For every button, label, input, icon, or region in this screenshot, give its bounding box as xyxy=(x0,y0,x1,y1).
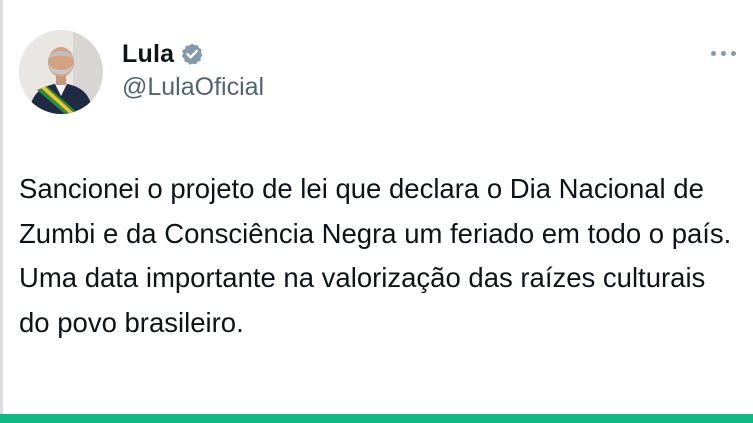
author-block: Lula @LulaOficial xyxy=(122,38,264,102)
more-options-button[interactable] xyxy=(706,44,740,62)
verified-badge-icon xyxy=(180,42,204,66)
card-left-border xyxy=(0,0,3,423)
avatar-photo xyxy=(19,30,103,114)
more-horizontal-icon-dot xyxy=(730,50,736,56)
more-horizontal-icon-dot xyxy=(720,50,726,56)
display-name[interactable]: Lula xyxy=(122,40,174,69)
avatar[interactable] xyxy=(19,30,103,114)
tweet-card: Lula @LulaOficial Sancionei o projeto de… xyxy=(0,0,753,423)
more-horizontal-icon xyxy=(710,50,716,56)
bottom-color-bar xyxy=(0,414,753,423)
tweet-text: Sancionei o projeto de lei que declara o… xyxy=(19,173,732,338)
name-row: Lula xyxy=(122,38,264,70)
handle[interactable]: @LulaOficial xyxy=(122,73,264,102)
